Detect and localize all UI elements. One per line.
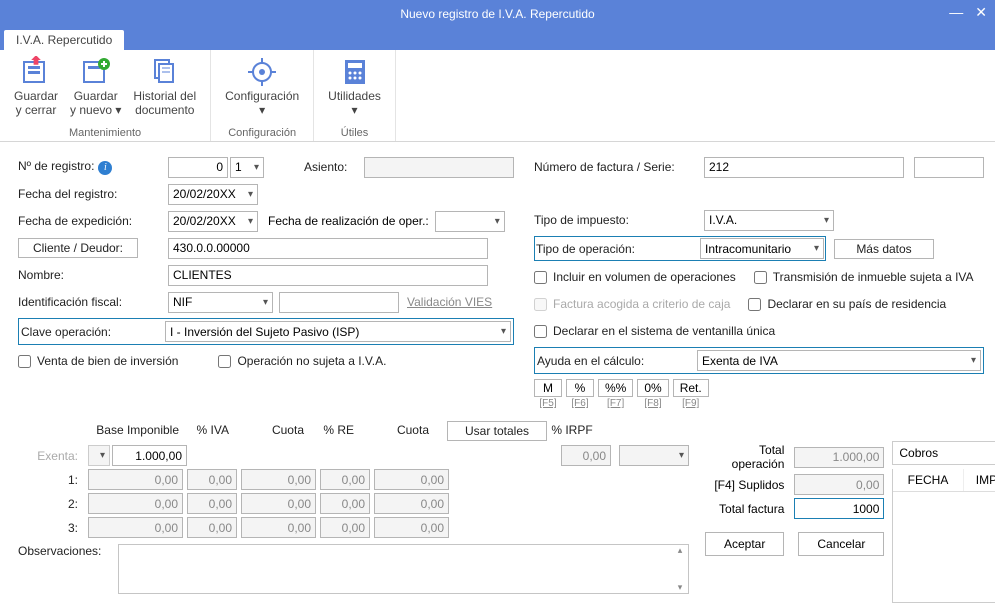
col-base: Base Imponible	[88, 421, 183, 441]
irpf-pct-select[interactable]	[619, 445, 689, 466]
aceptar-button[interactable]: Aceptar	[705, 532, 784, 556]
validacion-vies-link[interactable]: Validación VIES	[407, 295, 492, 309]
ayuda-calculo-select[interactable]: Exenta de IVA	[697, 350, 981, 371]
chk-venta-bien[interactable]: Venta de bien de inversión	[18, 354, 178, 368]
label-ayuda-calculo: Ayuda en el cálculo:	[537, 354, 697, 368]
chk-criterio-caja: Factura acogida a criterio de caja	[534, 297, 730, 311]
col-cuota2: Cuota	[358, 421, 433, 441]
chk-no-sujeta[interactable]: Operación no sujeta a I.V.A.	[218, 354, 386, 368]
ribbon-group-mantenimiento: Mantenimiento	[8, 125, 202, 139]
tipo-impuesto-select[interactable]: I.V.A.	[704, 210, 834, 231]
ribbon-historial[interactable]: Historial del documento	[127, 54, 202, 125]
chk-pais-residencia[interactable]: Declarar en su país de residencia	[748, 297, 946, 311]
exenta-base-input[interactable]	[112, 445, 187, 466]
ribbon-guardar-nuevo[interactable]: Guardar y nuevo ▾	[64, 54, 127, 125]
label-fecha-registro: Fecha del registro:	[18, 187, 168, 201]
gear-icon	[246, 56, 278, 88]
label-clave-operacion: Clave operación:	[21, 325, 165, 339]
minimize-icon[interactable]: —	[949, 4, 963, 21]
calc-btn-ret[interactable]: Ret.	[673, 379, 709, 397]
label-nfactura: Número de factura / Serie:	[534, 160, 704, 174]
exenta-dropdown[interactable]	[88, 445, 110, 466]
ribbon-utilidades[interactable]: Utilidades ▾	[322, 54, 387, 125]
ribbon: Guardar y cerrar Guardar y nuevo ▾ Histo…	[0, 50, 995, 142]
label-fecha-oper: Fecha de realización de oper.:	[268, 214, 429, 228]
cliente-input[interactable]	[168, 238, 488, 259]
col-pirpf: % IRPF	[547, 421, 597, 441]
cobros-col-fecha: FECHA	[893, 469, 963, 491]
label-nombre: Nombre:	[18, 268, 168, 282]
label-total-operacion: Total operación	[705, 443, 784, 471]
col-pre: % RE	[308, 421, 358, 441]
info-icon[interactable]: i	[98, 161, 112, 175]
mas-datos-button[interactable]: Más datos	[834, 239, 934, 259]
grid-row-3: 3:	[18, 517, 689, 538]
calc-btn-pct2[interactable]: %%	[598, 379, 633, 397]
fecha-registro-select[interactable]: 20/02/20XX	[168, 184, 258, 205]
calc-buttons: M[F5] %[F6] %%[F7] 0%[F8] Ret.[F9]	[534, 379, 984, 409]
usar-totales-button[interactable]: Usar totales	[447, 421, 547, 441]
label-fecha-expedicion: Fecha de expedición:	[18, 214, 168, 228]
label-tipo-operacion: Tipo de operación:	[536, 242, 700, 256]
label-observaciones: Observaciones:	[18, 544, 118, 558]
calc-btn-pct[interactable]: %	[566, 379, 594, 397]
cobros-title: Cobros	[892, 441, 995, 465]
ribbon-guardar-cerrar[interactable]: Guardar y cerrar	[8, 54, 64, 125]
idfiscal-tipo-select[interactable]: NIF	[168, 292, 273, 313]
close-icon[interactable]: ✕	[975, 4, 987, 21]
tipo-operacion-select[interactable]: Intracomunitario	[700, 238, 824, 259]
asiento-input	[364, 157, 514, 178]
clave-operacion-select[interactable]: I - Inversión del Sujeto Pasivo (ISP)	[165, 321, 511, 342]
observaciones-textarea[interactable]: ▴▾	[118, 544, 689, 594]
ribbon-configuracion[interactable]: Configuración ▾	[219, 54, 305, 125]
tab-iva-repercutido[interactable]: I.V.A. Repercutido	[4, 30, 124, 50]
grid-row-exenta: Exenta:	[18, 445, 689, 466]
nfactura-input[interactable]	[704, 157, 904, 178]
nombre-input[interactable]	[168, 265, 488, 286]
cobros-body[interactable]	[893, 492, 995, 602]
cobros-panel: FECHA IMPORTE E	[892, 469, 995, 603]
grid-row-1: 1:	[18, 469, 689, 490]
label-nregistro: Nº de registro:i	[18, 159, 168, 175]
chk-transmision[interactable]: Transmisión de inmueble sujeta a IVA	[754, 270, 974, 284]
chk-ventanilla[interactable]: Declarar en el sistema de ventanilla úni…	[534, 324, 775, 338]
ribbon-group-utiles: Útiles	[322, 125, 387, 139]
chk-volumen[interactable]: Incluir en volumen de operaciones	[534, 270, 736, 284]
label-suplidos[interactable]: [F4] Suplidos	[714, 478, 784, 492]
window-titlebar: Nuevo registro de I.V.A. Repercutido — ✕	[0, 0, 995, 28]
fecha-expedicion-select[interactable]: 20/02/20XX	[168, 211, 258, 232]
cobros-col-importe: IMPORTE	[964, 469, 995, 491]
tab-strip: I.V.A. Repercutido	[0, 28, 995, 50]
ribbon-group-configuracion: Configuración	[219, 125, 305, 139]
idfiscal-input[interactable]	[279, 292, 399, 313]
fecha-oper-select[interactable]	[435, 211, 505, 232]
scroll-up-icon[interactable]: ▴	[672, 545, 688, 556]
cancelar-button[interactable]: Cancelar	[798, 532, 884, 556]
save-close-icon	[20, 56, 52, 88]
suplidos-input	[794, 474, 884, 495]
label-tipo-impuesto: Tipo de impuesto:	[534, 213, 704, 227]
label-total-factura: Total factura	[719, 502, 784, 516]
grid-row-2: 2:	[18, 493, 689, 514]
save-new-icon	[80, 56, 112, 88]
scroll-down-icon[interactable]: ▾	[672, 582, 688, 593]
calc-btn-zero[interactable]: 0%	[637, 379, 668, 397]
calc-btn-m[interactable]: M	[534, 379, 562, 397]
cliente-deudor-button[interactable]: Cliente / Deudor:	[18, 238, 138, 258]
irpf-val-input	[561, 445, 611, 466]
label-idfiscal: Identificación fiscal:	[18, 295, 168, 309]
nfactura-serie-input[interactable]	[914, 157, 984, 178]
calculator-icon	[339, 56, 371, 88]
total-operacion-input	[794, 447, 884, 468]
nregistro-series-select[interactable]: 1	[230, 157, 264, 178]
nregistro-input[interactable]	[168, 157, 228, 178]
col-cuota: Cuota	[233, 421, 308, 441]
history-icon	[149, 56, 181, 88]
col-piva: % IVA	[183, 421, 233, 441]
window-title: Nuevo registro de I.V.A. Repercutido	[400, 7, 594, 21]
label-asiento: Asiento:	[304, 160, 364, 174]
total-factura-input[interactable]	[794, 498, 884, 519]
